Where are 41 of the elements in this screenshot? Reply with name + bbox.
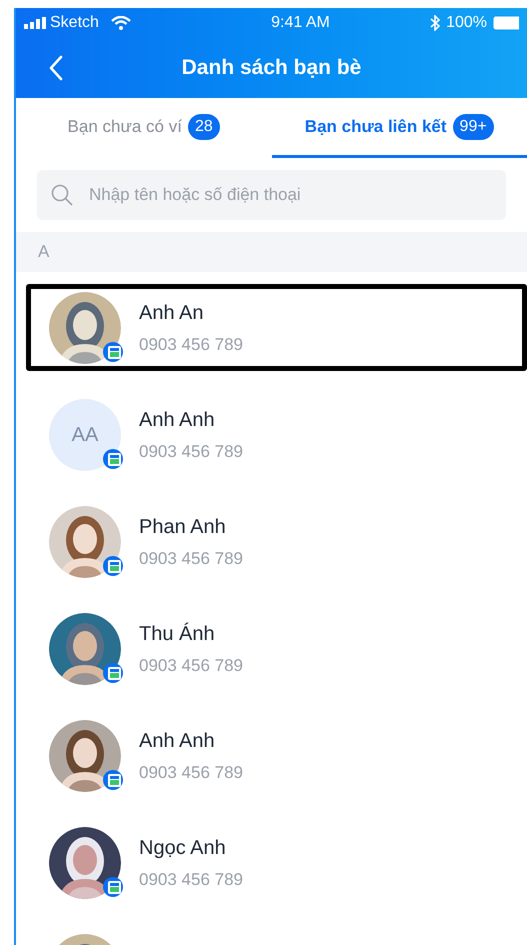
contact-phone: 0903 456 789 <box>139 334 243 354</box>
search-field[interactable]: Nhập tên hoặc số điện thoại <box>37 170 506 220</box>
status-time: 9:41 AM <box>271 13 330 33</box>
contact-row[interactable]: Anh An 0903 456 789 <box>26 284 527 371</box>
contact-name: Thu Ánh <box>139 622 216 646</box>
contact-phone: 0903 456 789 <box>139 548 243 568</box>
contact-name: Anh Anh <box>139 408 216 432</box>
count-badge: 99+ <box>452 114 494 140</box>
search-icon <box>51 184 73 206</box>
contact-phone: 0903 456 789 <box>139 656 243 676</box>
bluetooth-icon <box>430 15 440 31</box>
contact-phone: 0903 456 789 <box>139 870 243 890</box>
carrier-text: Sketch <box>50 13 99 33</box>
count-badge: 28 <box>188 114 220 140</box>
wallet-badge-icon <box>103 448 123 468</box>
battery-icon <box>492 16 519 30</box>
wallet-badge-icon <box>103 876 123 896</box>
wallet-badge-icon <box>103 342 123 362</box>
signal-icon <box>24 17 46 29</box>
contact-row[interactable]: Thu Ánh 0903 456 789 <box>26 605 527 692</box>
contact-row[interactable]: Phan Anh 0903 456 789 <box>26 498 527 585</box>
contact-phone: 0903 456 789 <box>139 762 243 782</box>
wifi-icon <box>110 16 131 30</box>
tab[interactable]: Bạn chưa có ví 28 <box>16 98 272 158</box>
wallet-badge-icon <box>103 556 123 576</box>
contact-name: Anh An <box>139 300 205 324</box>
back-icon <box>49 55 63 81</box>
section-header: A <box>38 241 50 264</box>
contact-name: Anh Anh <box>139 728 216 752</box>
contact-phone: 0903 456 789 <box>139 442 243 462</box>
battery-percent: 100% <box>446 13 487 33</box>
wallet-badge-icon <box>103 662 123 682</box>
tab[interactable]: Bạn chưa liên kết 99+ <box>272 98 527 158</box>
initials-avatar: AA <box>49 398 121 470</box>
contact-row[interactable]: AA Anh Anh 0903 456 789 <box>26 391 527 478</box>
screen-title: Danh sách bạn bè <box>182 55 362 82</box>
contact-name: Ngọc Anh <box>139 836 227 860</box>
contact-name: Phan Anh <box>139 514 227 538</box>
contact-row[interactable]: Anh Anh 0903 456 789 <box>26 712 527 799</box>
contact-row[interactable]: Ngọc Anh 0903 456 789 <box>26 819 527 906</box>
wallet-badge-icon <box>103 770 123 790</box>
